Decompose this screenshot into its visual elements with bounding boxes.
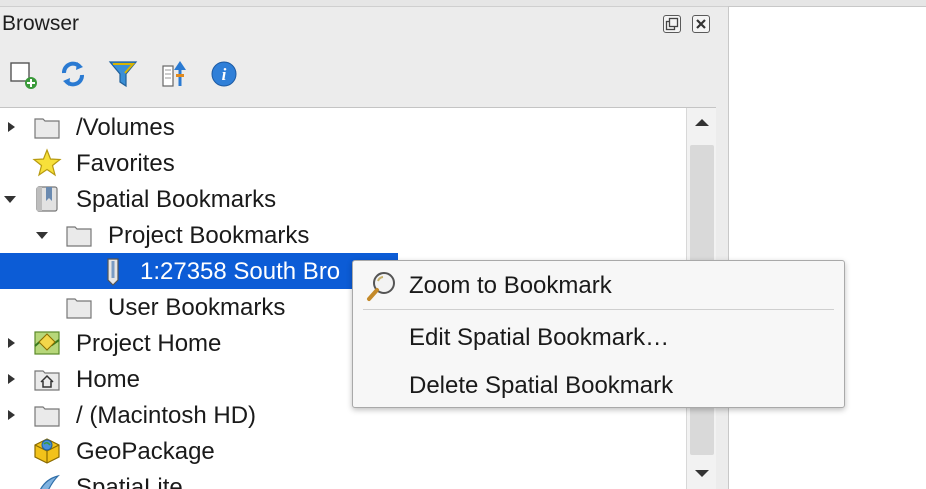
folder-icon <box>34 406 60 427</box>
collapse-arrow-icon[interactable] <box>3 192 17 206</box>
scroll-up-arrow-icon[interactable] <box>687 108 716 138</box>
folder-icon <box>66 226 92 247</box>
expand-arrow-icon[interactable] <box>4 120 18 134</box>
add-layer-button[interactable] <box>8 58 38 90</box>
tree-item-project-bookmarks[interactable]: Project Bookmarks <box>0 217 686 253</box>
tree-item-label: Project Home <box>76 330 222 357</box>
menu-separator <box>363 309 834 310</box>
bookmark-book-icon <box>36 186 58 212</box>
info-icon: i <box>211 61 237 87</box>
project-home-icon <box>34 331 60 355</box>
tree-item-volumes[interactable]: /Volumes <box>0 109 686 145</box>
tree-item-label: 1:27358 South Bro <box>140 258 341 285</box>
tree-item-favorites[interactable]: Favorites <box>0 145 686 181</box>
menu-item-label: Edit Spatial Bookmark… <box>409 324 670 351</box>
tree-item-label: Spatial Bookmarks <box>76 186 277 213</box>
tree-item-label: / (Macintosh HD) <box>76 402 257 429</box>
tree-item-label: Project Bookmarks <box>108 222 310 249</box>
tree-item-spatialite[interactable]: SpatiaLite <box>0 469 686 489</box>
filter-icon <box>108 61 138 88</box>
home-folder-icon <box>34 370 60 391</box>
tree-item-label: Home <box>76 366 141 393</box>
expand-arrow-icon[interactable] <box>4 372 18 386</box>
svg-text:i: i <box>222 65 227 84</box>
add-layer-icon <box>10 62 37 89</box>
close-button[interactable] <box>692 15 710 33</box>
tree-item-label: /Volumes <box>76 114 175 141</box>
panel-title: Browser <box>2 12 80 35</box>
float-icon <box>665 17 679 31</box>
menu-item-label: Zoom to Bookmark <box>409 272 612 299</box>
menu-item-edit-spatial-bookmark[interactable]: Edit Spatial Bookmark… <box>353 315 844 359</box>
map-canvas[interactable] <box>728 6 926 489</box>
close-icon <box>696 19 706 29</box>
menu-item-zoom-to-bookmark[interactable]: Zoom to Bookmark <box>353 263 844 307</box>
tree-item-label: SpatiaLite <box>76 474 183 489</box>
folder-icon <box>66 298 92 319</box>
tree-item-geopackage[interactable]: GeoPackage <box>0 433 686 469</box>
folder-icon <box>34 118 60 139</box>
info-button[interactable]: i <box>209 58 239 90</box>
star-icon <box>32 148 62 177</box>
float-button[interactable] <box>663 15 681 33</box>
tree-item-label: User Bookmarks <box>108 294 286 321</box>
collapse-all-icon <box>162 61 186 87</box>
zoom-icon <box>367 272 395 301</box>
scroll-down-arrow-icon[interactable] <box>687 458 716 488</box>
tree-item-spatial-bookmarks[interactable]: Spatial Bookmarks <box>0 181 686 217</box>
expand-arrow-icon[interactable] <box>4 336 18 350</box>
context-menu: Zoom to Bookmark Edit Spatial Bookmark… … <box>352 260 845 408</box>
geopackage-icon <box>34 438 60 464</box>
collapse-all-button[interactable] <box>160 58 190 90</box>
filter-button[interactable] <box>108 58 138 90</box>
tree-item-label: Favorites <box>76 150 175 177</box>
refresh-button[interactable] <box>58 58 88 90</box>
menu-item-delete-spatial-bookmark[interactable]: Delete Spatial Bookmark <box>353 363 844 407</box>
refresh-icon <box>62 61 84 87</box>
menu-item-label: Delete Spatial Bookmark <box>409 372 674 399</box>
collapse-arrow-icon[interactable] <box>35 228 49 242</box>
tree-item-label: GeoPackage <box>76 438 215 465</box>
expand-arrow-icon[interactable] <box>4 408 18 422</box>
spatialite-icon <box>40 474 60 489</box>
bookmark-icon <box>107 258 119 286</box>
